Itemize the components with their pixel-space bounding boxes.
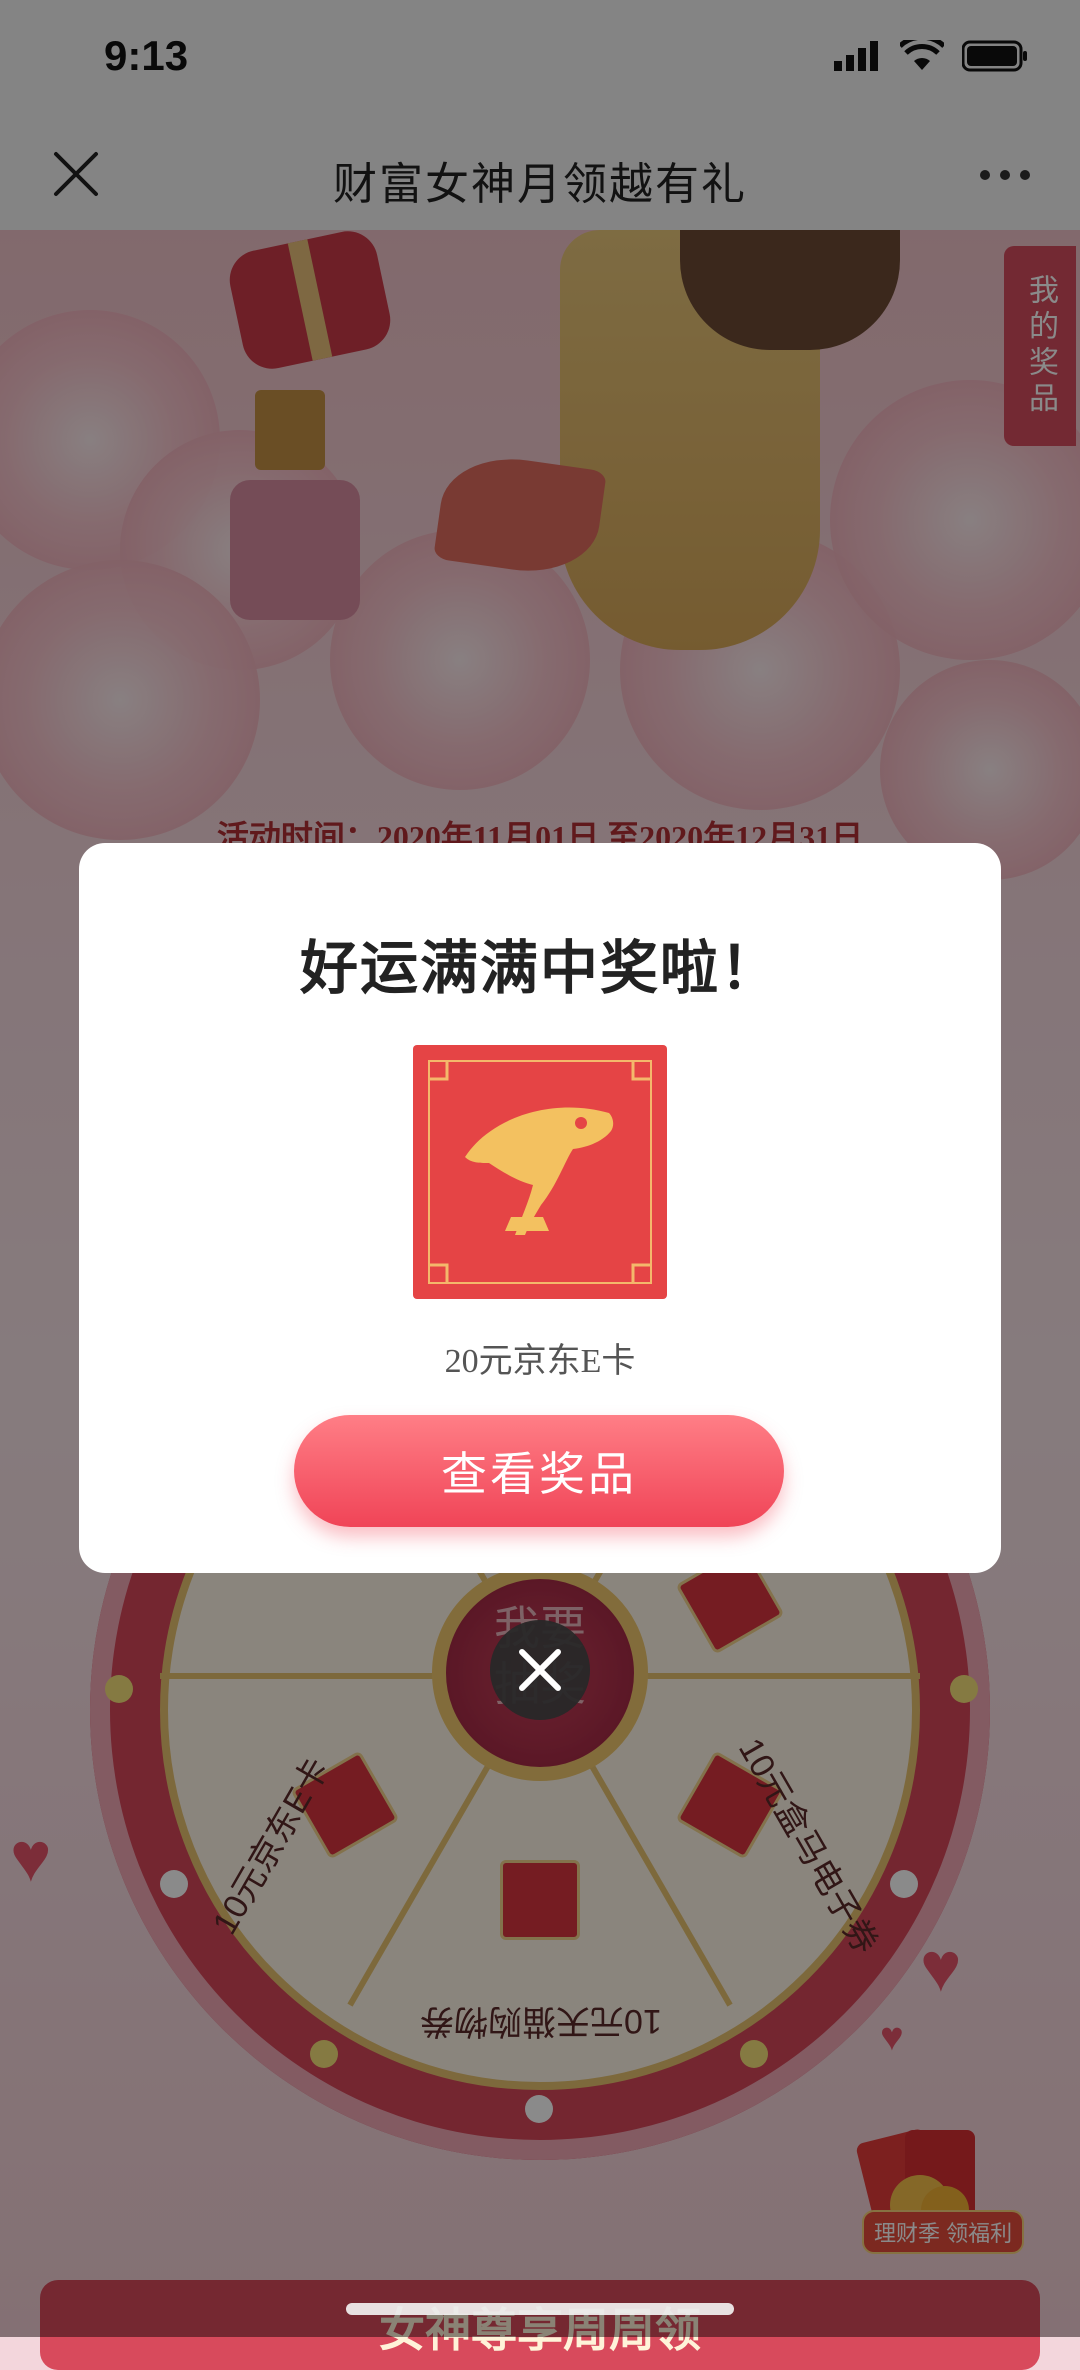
home-indicator[interactable] (346, 2303, 734, 2315)
view-prize-button[interactable]: 查看奖品 (294, 1415, 784, 1527)
close-dialog-icon[interactable] (490, 1620, 590, 1720)
jd-logo-icon (428, 1060, 652, 1284)
prize-image (413, 1045, 667, 1299)
dialog-title: 好运满满中奖啦！ (299, 936, 780, 1001)
prize-name: 20元京东E卡 (444, 1343, 636, 1380)
prize-dialog: 好运满满中奖啦！ 20元京东E卡 查看奖品 (79, 843, 1001, 1573)
